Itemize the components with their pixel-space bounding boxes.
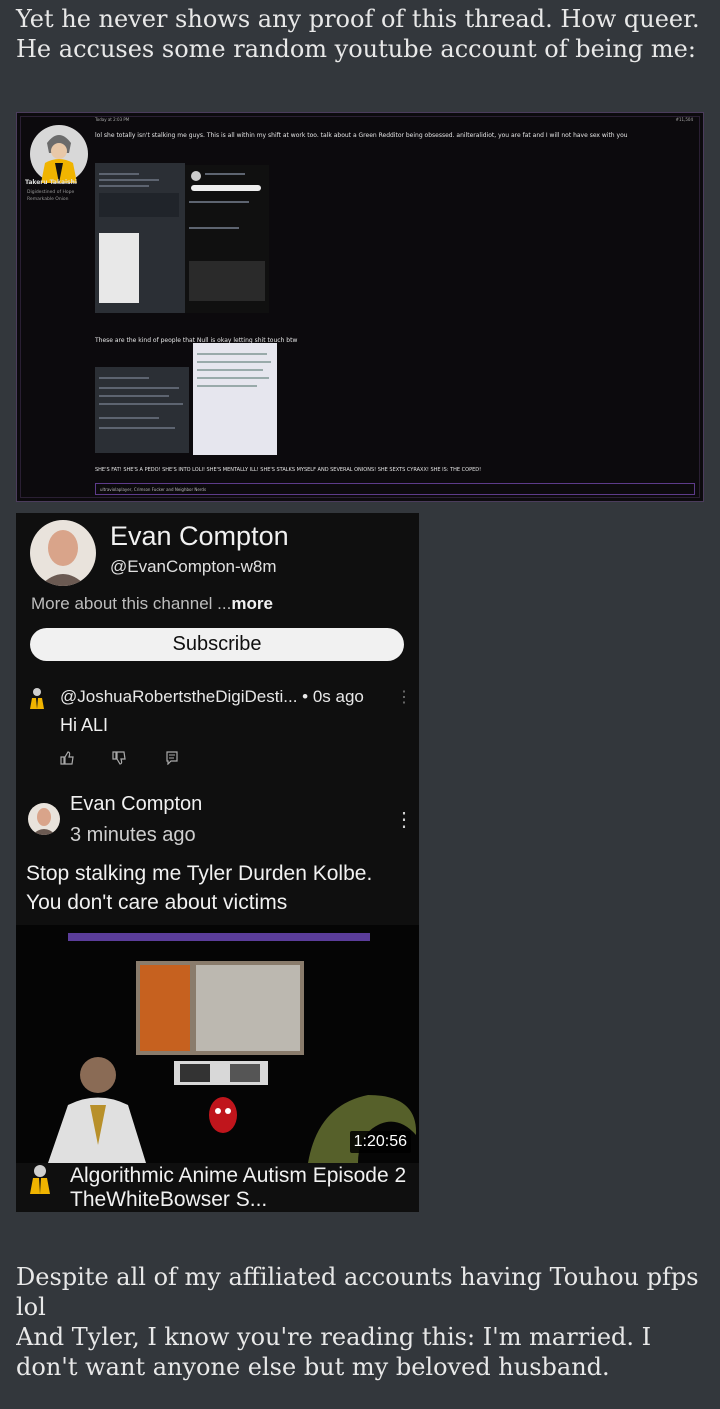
forum-post-body: lol she totally isn't stalking me guys. … [95, 132, 628, 139]
comment2-author[interactable]: Evan Compton [70, 793, 202, 816]
comment2-avatar-image [28, 803, 60, 835]
thumbnail-purple-banner [68, 933, 370, 941]
nested-screenshot-comment [185, 165, 269, 313]
comment1-author-name[interactable]: @JoshuaRobertstheDigiDesti... [60, 687, 297, 706]
more-vert-icon[interactable]: ⋮ [394, 807, 414, 832]
subscribe-button[interactable]: Subscribe [30, 628, 404, 661]
thumbnail-buttons [174, 1061, 268, 1085]
thumbnail-character-left [48, 1057, 146, 1163]
forum-post-date[interactable]: Today at 2:03 PM [95, 117, 129, 122]
post-outro: Despite all of my affiliated accounts ha… [16, 1262, 702, 1409]
video-duration: 1:20:56 [349, 1131, 411, 1153]
post-intro-line-2: He accuses some random youtube account o… [16, 35, 696, 63]
channel-handle: @EvanCompton-w8m [110, 557, 277, 576]
post-outro-line-1: Despite all of my affiliated accounts ha… [16, 1263, 699, 1321]
thumbnail-red-character [209, 1097, 237, 1133]
thumbnail-photo-collage [136, 961, 304, 1055]
more-about-channel[interactable]: More about this channel ...more [31, 594, 273, 614]
forum-user-title: Digidestined of Hope Remarkable Onion [27, 189, 74, 203]
forum-screenshot[interactable]: Takeru Takaishi Digidestined of Hope Rem… [16, 112, 704, 502]
nested-screenshot-document [193, 343, 277, 455]
channel-avatar-image [30, 520, 96, 586]
like-icon[interactable] [60, 751, 74, 770]
forum-post-number[interactable]: #11,504 [676, 117, 693, 122]
reply-icon[interactable] [165, 751, 179, 770]
more-link[interactable]: more [231, 594, 273, 613]
nested-screenshot-youtube [95, 163, 185, 313]
commenter-avatar-icon[interactable] [28, 687, 46, 709]
comment2-time: 3 minutes ago [70, 824, 196, 846]
comment2-text-line-1: Stop stalking me Tyler Durden Kolbe. [26, 862, 373, 885]
video-thumbnail[interactable]: 1:20:56 [16, 925, 419, 1163]
comment2-text: Stop stalking me Tyler Durden Kolbe. You… [26, 859, 416, 917]
youtube-screenshot[interactable]: Evan Compton @EvanCompton-w8m More about… [16, 513, 419, 1212]
nested-screenshot-discord [95, 367, 189, 453]
user-title-line-1: Digidestined of Hope [27, 190, 75, 195]
forum-username[interactable]: Takeru Takaishi [25, 179, 77, 186]
forum-signature: ultraviolaplayer, Crimson Fucker and Nei… [95, 483, 695, 495]
post-intro: Yet he never shows any proof of this thr… [16, 4, 702, 64]
dislike-icon[interactable] [112, 751, 127, 770]
comment2-avatar[interactable] [28, 803, 60, 835]
forum-post-bottom-text: SHE'S FAT! SHE'S A PEDO! SHE'S INTO LOLI… [95, 467, 482, 473]
comment1-text: Hi ALI [60, 715, 109, 735]
post-outro-line-2: And Tyler, I know you're reading this: I… [16, 1323, 652, 1381]
comment1-time: • 0s ago [302, 687, 364, 706]
video-channel-icon[interactable] [28, 1164, 52, 1194]
post-intro-line-1: Yet he never shows any proof of this thr… [16, 5, 700, 33]
comment1-actions [60, 751, 213, 770]
channel-avatar[interactable] [30, 520, 96, 586]
channel-name: Evan Compton [110, 521, 289, 551]
user-avatar [30, 125, 88, 183]
video-title[interactable]: Algorithmic Anime Autism Episode 2 TheWh… [70, 1164, 410, 1212]
more-vert-icon[interactable]: ⋮ [396, 687, 412, 707]
more-about-text: More about this channel ... [31, 594, 232, 613]
comment2-text-line-2: You don't care about victims [26, 891, 288, 914]
comment1-author[interactable]: @JoshuaRobertstheDigiDesti... • 0s ago [60, 687, 364, 707]
user-title-line-2: Remarkable Onion [27, 197, 69, 202]
